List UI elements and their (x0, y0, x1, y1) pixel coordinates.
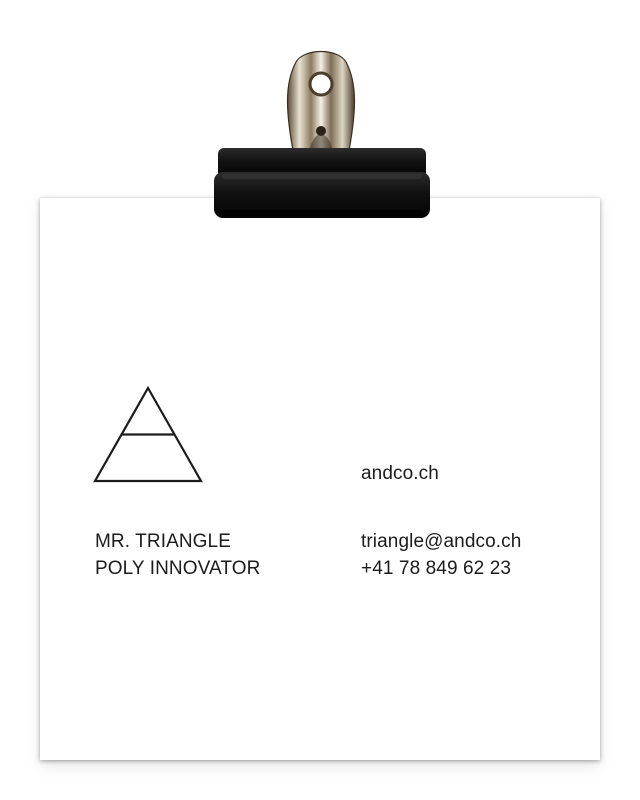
mockup-stage: MR. TRIANGLE POLY INNOVATOR andco.ch tri… (0, 0, 640, 800)
card-website[interactable]: andco.ch (361, 460, 439, 487)
card-email[interactable]: triangle@andco.ch (361, 528, 521, 555)
triangle-logo-icon (93, 386, 203, 483)
card-job-title: POLY INNOVATOR (95, 558, 261, 579)
card-name: MR. TRIANGLE (95, 531, 231, 552)
card-phone[interactable]: +41 78 849 62 23 (361, 555, 511, 582)
binder-clip-icon (214, 51, 430, 218)
